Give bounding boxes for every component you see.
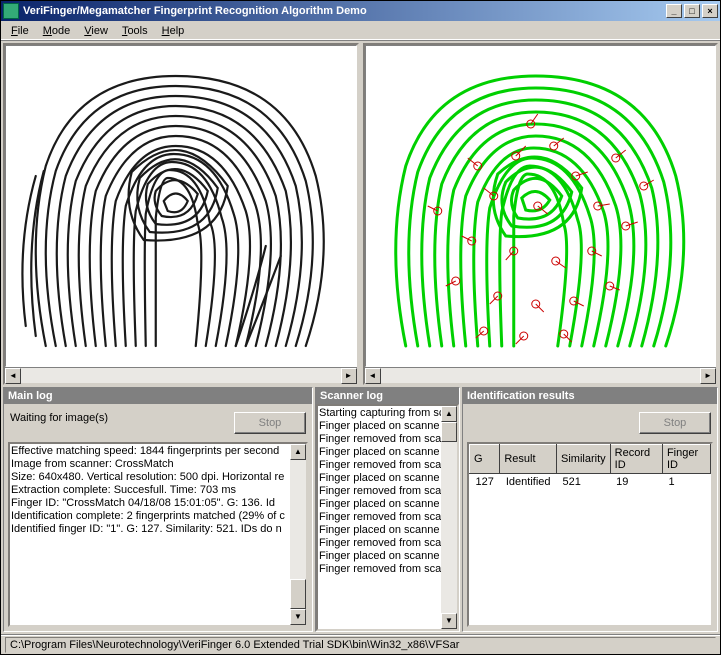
log-line: Starting capturing from sc xyxy=(319,407,456,420)
results-table[interactable]: GResultSimilarityRecord IDFinger ID 127I… xyxy=(469,444,711,490)
scroll-down-icon[interactable]: ▼ xyxy=(290,609,306,625)
status-bar: C:\Program Files\Neurotechnology\VeriFin… xyxy=(1,634,720,654)
scroll-thumb[interactable] xyxy=(441,422,457,442)
scroll-track[interactable] xyxy=(381,368,701,383)
log-line: Identified finger ID: "1". G: 127. Simil… xyxy=(11,523,305,536)
column-header[interactable]: Finger ID xyxy=(662,445,710,474)
table-row[interactable]: 127Identified521191 xyxy=(470,474,711,491)
log-line: Finger placed on scanne xyxy=(319,446,456,459)
main-log-panel: Main log Waiting for image(s) Stop Effec… xyxy=(3,387,313,632)
log-line: Finger ID: "CrossMatch 04/18/08 15:01:05… xyxy=(11,497,305,510)
scroll-right-icon[interactable]: ► xyxy=(700,368,716,384)
menu-file[interactable]: File xyxy=(5,23,35,39)
log-line: Finger removed from scar xyxy=(319,433,456,446)
main-log-header: Main log xyxy=(4,388,312,404)
log-line: Extraction complete: Succesfull. Time: 7… xyxy=(11,484,305,497)
log-line: Size: 640x480. Vertical resolution: 500 … xyxy=(11,471,305,484)
log-line: Finger removed from scar xyxy=(319,511,456,524)
column-header[interactable]: G xyxy=(470,445,500,474)
raw-fingerprint-panel: ◄ ► xyxy=(3,43,359,385)
scroll-left-icon[interactable]: ◄ xyxy=(365,368,381,384)
cell: Identified xyxy=(500,474,557,491)
scanner-log-header: Scanner log xyxy=(316,388,459,404)
log-line: Finger placed on scanne xyxy=(319,524,456,537)
close-button[interactable]: × xyxy=(702,4,718,18)
scroll-right-icon[interactable]: ► xyxy=(341,368,357,384)
scroll-down-icon[interactable]: ▼ xyxy=(441,613,457,629)
raw-hscrollbar[interactable]: ◄ ► xyxy=(5,367,357,383)
cell: 127 xyxy=(470,474,500,491)
scroll-thumb[interactable] xyxy=(290,579,306,609)
log-line: Effective matching speed: 1844 fingerpri… xyxy=(11,445,305,458)
cell: 1 xyxy=(662,474,710,491)
minimize-button[interactable]: _ xyxy=(666,4,682,18)
app-icon xyxy=(3,3,19,19)
scroll-up-icon[interactable]: ▲ xyxy=(290,444,306,460)
log-line: Image from scanner: CrossMatch xyxy=(11,458,305,471)
menu-mode[interactable]: Mode xyxy=(37,23,77,39)
content-area: ◄ ► xyxy=(1,41,720,634)
skeleton-hscrollbar[interactable]: ◄ ► xyxy=(365,367,717,383)
scroll-track[interactable] xyxy=(21,368,341,383)
image-panels-row: ◄ ► xyxy=(1,41,720,387)
column-header[interactable]: Result xyxy=(500,445,557,474)
log-line: Finger placed on scanne xyxy=(319,550,456,563)
column-header[interactable]: Record ID xyxy=(610,445,662,474)
main-log-stop-button[interactable]: Stop xyxy=(234,412,306,434)
menu-view[interactable]: View xyxy=(78,23,114,39)
log-line: Identification complete: 2 fingerprints … xyxy=(11,510,305,523)
identification-header: Identification results xyxy=(463,388,717,404)
scroll-left-icon[interactable]: ◄ xyxy=(5,368,21,384)
app-window: VeriFinger/Megamatcher Fingerprint Recog… xyxy=(0,0,721,655)
main-log-list[interactable]: Effective matching speed: 1844 fingerpri… xyxy=(8,442,308,627)
maximize-button[interactable]: □ xyxy=(684,4,700,18)
cell: 521 xyxy=(557,474,611,491)
window-title: VeriFinger/Megamatcher Fingerprint Recog… xyxy=(23,5,666,17)
cell: 19 xyxy=(610,474,662,491)
identification-results-panel: Identification results Stop GResultSimil… xyxy=(462,387,718,632)
title-bar[interactable]: VeriFinger/Megamatcher Fingerprint Recog… xyxy=(1,1,720,21)
skeleton-fingerprint-image[interactable] xyxy=(365,45,717,367)
log-line: Finger removed from scar xyxy=(319,485,456,498)
menu-help[interactable]: Help xyxy=(156,23,191,39)
scroll-up-icon[interactable]: ▲ xyxy=(441,406,457,422)
log-line: Finger placed on scanne xyxy=(319,472,456,485)
results-table-wrap: GResultSimilarityRecord IDFinger ID 127I… xyxy=(467,442,713,627)
menu-tools[interactable]: Tools xyxy=(116,23,154,39)
scanner-log-panel: Scanner log Starting capturing from scFi… xyxy=(315,387,460,632)
menu-bar: File Mode View Tools Help xyxy=(1,21,720,41)
log-line: Finger placed on scanne xyxy=(319,498,456,511)
identification-body: Stop GResultSimilarityRecord IDFinger ID… xyxy=(463,404,717,631)
main-log-vscrollbar[interactable]: ▲ ▼ xyxy=(290,444,306,625)
column-header[interactable]: Similarity xyxy=(557,445,611,474)
log-line: Finger removed from scar xyxy=(319,537,456,550)
log-line: Finger placed on scanne xyxy=(319,420,456,433)
main-log-status: Waiting for image(s) xyxy=(10,412,230,424)
skeleton-fingerprint-panel: ◄ ► xyxy=(363,43,719,385)
scanner-log-list[interactable]: Starting capturing from scFinger placed … xyxy=(316,404,459,631)
raw-fingerprint-image[interactable] xyxy=(5,45,357,367)
scanner-log-vscrollbar[interactable]: ▲ ▼ xyxy=(441,406,457,629)
status-path: C:\Program Files\Neurotechnology\VeriFin… xyxy=(5,637,716,653)
log-line: Finger removed from scar xyxy=(319,563,456,576)
main-log-body: Waiting for image(s) Stop Effective matc… xyxy=(4,404,312,631)
bottom-panels-row: Main log Waiting for image(s) Stop Effec… xyxy=(1,387,720,634)
log-line: Finger removed from scar xyxy=(319,459,456,472)
window-buttons: _ □ × xyxy=(666,4,718,18)
identification-stop-button[interactable]: Stop xyxy=(639,412,711,434)
